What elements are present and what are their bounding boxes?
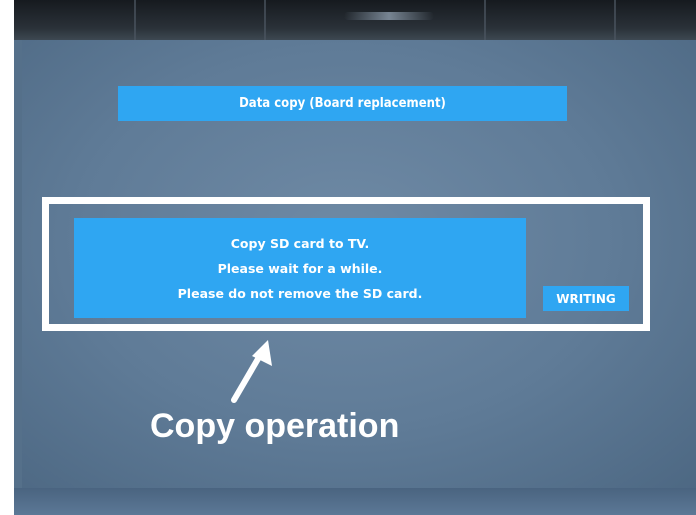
bezel-divider (264, 0, 266, 40)
highlight-frame (42, 197, 650, 331)
tv-top-bezel (14, 0, 696, 40)
annotation-caption: Copy operation (150, 407, 400, 445)
bezel-divider (134, 0, 136, 40)
dialog-title-bar: Data copy (Board replacement) (118, 86, 567, 121)
bezel-divider (484, 0, 486, 40)
dialog-title: Data copy (Board replacement) (239, 96, 446, 111)
bezel-divider (614, 0, 616, 40)
pointer-arrow-icon (231, 340, 272, 403)
bezel-reflection (344, 12, 434, 20)
tv-bottom-edge (14, 488, 696, 515)
